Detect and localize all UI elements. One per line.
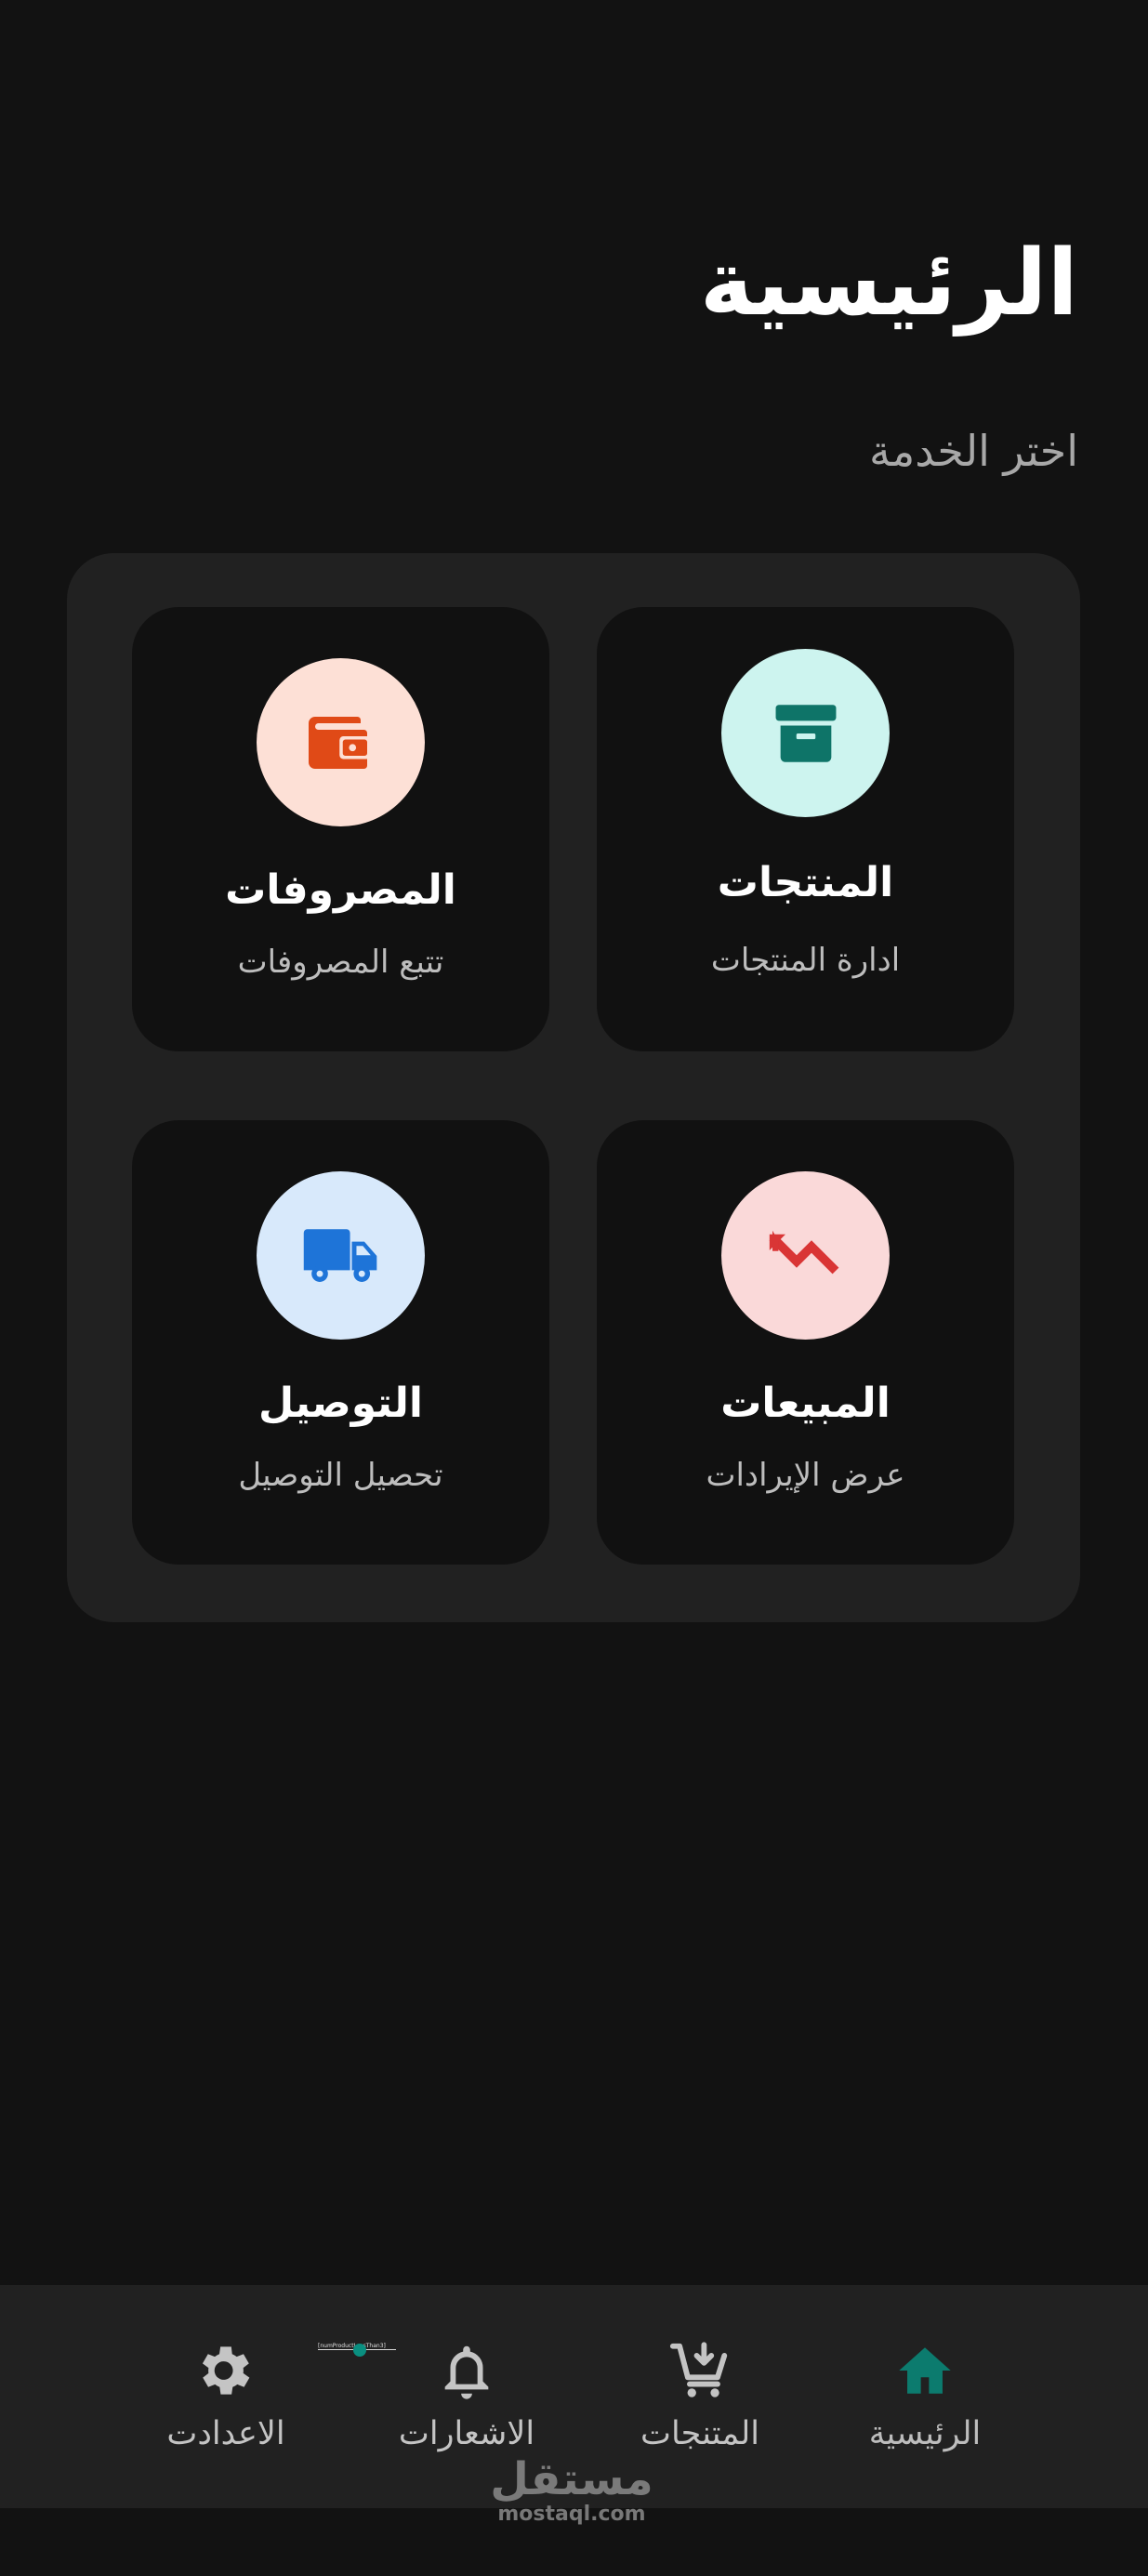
nav-item-home[interactable]: الرئيسية [804,2285,1046,2508]
service-title: المبيعات [720,1380,891,1427]
watermark-arabic: مستقل [490,2453,653,2505]
bell-icon [444,2345,489,2399]
debug-dot [353,2344,366,2357]
truck-icon [303,1228,376,1282]
archive-box-icon [775,704,836,762]
nav-label: الاعدادت [166,2415,285,2452]
home-icon [899,2347,951,2394]
service-card-products[interactable]: المنتجات ادارة المنتجات [597,607,1014,1051]
expenses-icon-circle [257,658,425,826]
sales-icon-circle [721,1171,890,1340]
page-title: الرئيسية [699,231,1078,337]
service-card-delivery[interactable]: التوصيل تحصيل التوصيل [132,1120,549,1565]
debug-badge: [numProductLessThan3] [316,2341,400,2359]
service-title: المنتجات [717,859,894,906]
delivery-icon-circle [257,1171,425,1340]
nav-label: الرئيسية [868,2415,982,2452]
products-icon-circle [721,649,890,817]
service-title: التوصيل [258,1380,423,1427]
watermark-latin: mostaql.com [497,2503,646,2526]
watermark-logo: مستقل mostaql.com [488,2452,655,2527]
gear-icon [202,2346,250,2395]
services-grid: المنتجات ادارة المنتجات المصروفات تتبع ا… [67,553,1080,1622]
service-title: المصروفات [225,866,456,914]
service-card-sales[interactable]: المبيعات عرض الإيرادات [597,1120,1014,1565]
service-description: تتبع المصروفات [237,944,444,981]
service-description: ادارة المنتجات [710,942,901,979]
wallet-icon [308,716,370,769]
debug-text: [numProductLessThan3] [318,2343,386,2349]
service-description: عرض الإيرادات [706,1457,905,1494]
cart-icon [669,2342,728,2398]
nav-item-settings[interactable]: الاعدادت [105,2285,347,2508]
trending-down-icon [769,1230,838,1274]
service-card-expenses[interactable]: المصروفات تتبع المصروفات [132,607,549,1051]
page-subtitle: اختر الخدمة [868,426,1078,476]
service-description: تحصيل التوصيل [238,1457,443,1494]
